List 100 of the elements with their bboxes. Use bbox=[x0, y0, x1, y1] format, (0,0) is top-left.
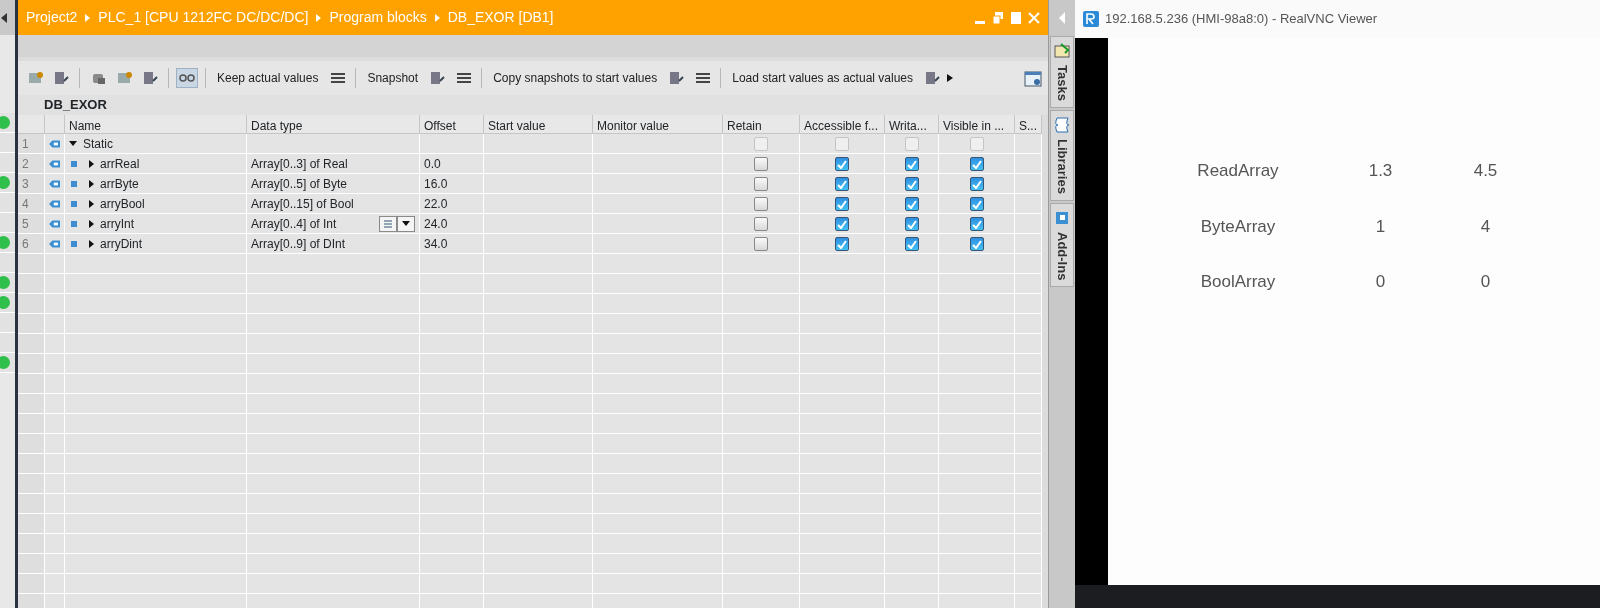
member-icon bbox=[71, 180, 77, 187]
value-label: ByteArray bbox=[1199, 215, 1277, 238]
expand-toggle-icon[interactable] bbox=[89, 219, 94, 228]
check-icon bbox=[906, 219, 917, 229]
table-cell bbox=[420, 574, 484, 594]
checkbox[interactable] bbox=[754, 237, 768, 251]
checkbox[interactable] bbox=[835, 217, 849, 231]
toolbar-icon[interactable] bbox=[428, 69, 447, 87]
table-cell bbox=[420, 334, 484, 354]
checkbox[interactable] bbox=[904, 157, 919, 171]
check-icon bbox=[906, 179, 917, 189]
table-cell bbox=[1015, 574, 1042, 594]
table-cell bbox=[1015, 534, 1042, 554]
value-readout: 4 bbox=[1479, 215, 1492, 238]
table-cell bbox=[885, 394, 939, 414]
expand-toggle-icon[interactable] bbox=[89, 239, 94, 248]
row-number: 3 bbox=[18, 174, 45, 194]
collapse-arrow-icon[interactable] bbox=[0, 12, 8, 23]
toolbar-icon[interactable] bbox=[667, 69, 686, 87]
checkbox[interactable] bbox=[835, 197, 849, 211]
window-title: 192.168.5.236 (HMI-98a8:0) - RealVNC Viewer bbox=[1105, 10, 1378, 29]
table-cell bbox=[420, 394, 484, 414]
table-cell bbox=[1015, 354, 1042, 374]
side-tab[interactable]: Libraries bbox=[1050, 109, 1074, 201]
column-header[interactable]: Start value bbox=[484, 115, 593, 134]
table-cell bbox=[1015, 274, 1042, 294]
table-cell bbox=[420, 294, 484, 314]
checkbox[interactable] bbox=[904, 217, 919, 231]
table-cell bbox=[45, 554, 65, 574]
column-header[interactable]: Accessible f... bbox=[800, 115, 885, 134]
variable-name: arryInt bbox=[100, 215, 134, 233]
table-cell bbox=[45, 494, 65, 514]
column-header[interactable]: Retain bbox=[723, 115, 800, 134]
table-cell bbox=[885, 594, 939, 608]
caret-icon bbox=[402, 221, 410, 226]
column-header[interactable]: Visible in ... bbox=[939, 115, 1015, 134]
checkbox[interactable] bbox=[835, 237, 849, 251]
data-type: Array[0..5] of Byte bbox=[251, 175, 348, 193]
variable-name: arryBool bbox=[100, 195, 145, 213]
toolbar-icon[interactable] bbox=[141, 69, 159, 87]
column-header[interactable]: Name bbox=[65, 115, 247, 134]
value-readout: 1.3 bbox=[1367, 160, 1394, 182]
checkbox[interactable] bbox=[969, 157, 984, 171]
toolbar-icon[interactable] bbox=[923, 69, 941, 87]
row-number: 5 bbox=[18, 214, 45, 234]
table-cell bbox=[45, 374, 65, 394]
checkbox[interactable] bbox=[754, 177, 768, 191]
table-cell bbox=[420, 274, 484, 294]
variable-name: arryDint bbox=[100, 235, 142, 253]
value-readout: 0 bbox=[1479, 271, 1492, 293]
breadcrumb-arrow-icon bbox=[434, 13, 440, 22]
toolbar-icon[interactable] bbox=[52, 69, 70, 87]
variable-icon bbox=[49, 238, 60, 249]
column-header[interactable]: Offset bbox=[420, 115, 484, 134]
member-icon bbox=[71, 160, 77, 167]
table-cell bbox=[885, 374, 939, 394]
block-title: DB_EXOR bbox=[44, 96, 107, 115]
checkbox[interactable] bbox=[969, 237, 984, 251]
table-cell bbox=[885, 274, 939, 294]
tab-icon bbox=[1054, 116, 1070, 133]
checkbox[interactable] bbox=[969, 197, 984, 211]
checkbox[interactable] bbox=[969, 177, 984, 191]
column-header[interactable]: S... bbox=[1015, 115, 1042, 134]
table-cell bbox=[420, 554, 484, 574]
checkbox[interactable] bbox=[904, 197, 919, 211]
expand-toggle-icon[interactable] bbox=[89, 179, 94, 188]
table-cell bbox=[45, 514, 65, 534]
side-tab[interactable]: Add-Ins bbox=[1050, 202, 1074, 288]
side-tab[interactable]: Tasks bbox=[1050, 36, 1074, 108]
column-header[interactable]: Monitor value bbox=[593, 115, 723, 134]
expand-toggle-icon[interactable] bbox=[89, 199, 94, 208]
window-icon[interactable] bbox=[1024, 70, 1042, 87]
checkbox[interactable] bbox=[754, 217, 768, 231]
table-cell bbox=[885, 334, 939, 354]
checkbox[interactable] bbox=[754, 197, 768, 211]
dropdown-button[interactable] bbox=[397, 215, 415, 232]
table-cell bbox=[885, 554, 939, 574]
overflow-arrow-icon[interactable] bbox=[947, 74, 953, 82]
table-cell bbox=[420, 414, 484, 434]
expand-toggle-icon[interactable] bbox=[89, 159, 94, 168]
table-cell bbox=[45, 294, 65, 314]
table-cell bbox=[45, 534, 65, 554]
checkbox[interactable] bbox=[835, 157, 849, 171]
checkbox[interactable] bbox=[754, 157, 768, 171]
checkbox[interactable] bbox=[835, 177, 849, 191]
table-cell bbox=[420, 514, 484, 534]
variable-icon bbox=[49, 198, 60, 209]
table-cell bbox=[45, 434, 65, 454]
check-icon bbox=[971, 159, 982, 169]
checkbox[interactable] bbox=[969, 217, 984, 231]
offset-value: 22.0 bbox=[424, 195, 448, 213]
checkbox[interactable] bbox=[904, 177, 919, 191]
checkbox[interactable] bbox=[904, 237, 919, 251]
value-label: BoolArray bbox=[1199, 271, 1277, 293]
toolbar-label: Copy snapshots to start values bbox=[492, 70, 659, 87]
column-header[interactable]: Data type bbox=[247, 115, 420, 134]
column-header[interactable]: Writa... bbox=[885, 115, 939, 134]
toolbar-label: Keep actual values bbox=[216, 70, 320, 87]
table-cell bbox=[1015, 414, 1042, 434]
table-cell bbox=[885, 494, 939, 514]
